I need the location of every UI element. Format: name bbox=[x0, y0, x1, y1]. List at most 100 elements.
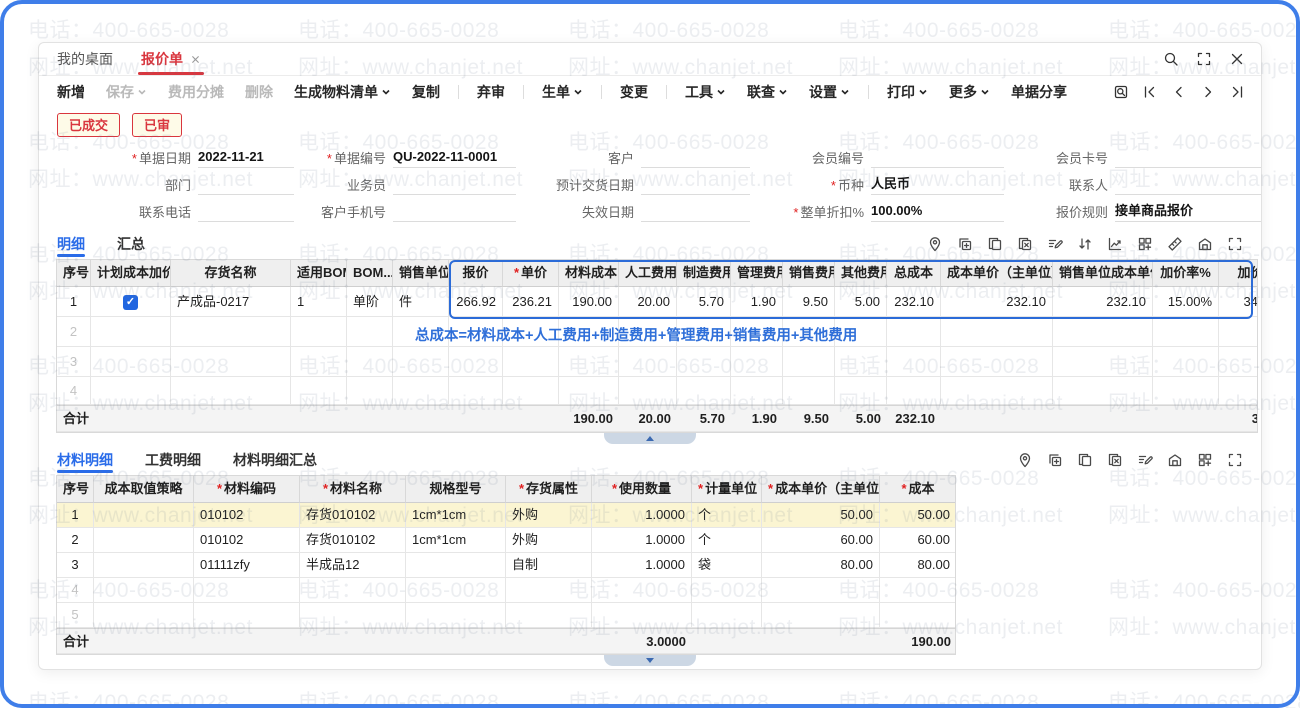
detail-tab-2[interactable]: 汇总 bbox=[117, 228, 145, 259]
material-cell[interactable] bbox=[94, 578, 194, 603]
detail-cell[interactable] bbox=[393, 377, 449, 405]
material-cell[interactable]: 存货010102 bbox=[300, 528, 406, 553]
material-cell[interactable]: 80.00 bbox=[762, 553, 880, 578]
swap-icon[interactable] bbox=[1077, 236, 1093, 252]
toolbar-item-4[interactable]: 删除 bbox=[245, 82, 273, 102]
detail-cell[interactable] bbox=[677, 377, 731, 405]
material-cell[interactable]: 1.0000 bbox=[592, 528, 692, 553]
material-cell[interactable] bbox=[592, 578, 692, 603]
batch-add-icon[interactable] bbox=[957, 236, 973, 252]
material-cell[interactable] bbox=[692, 603, 762, 628]
material-cell[interactable]: 50.00 bbox=[880, 503, 956, 528]
detail-cell[interactable]: 1 bbox=[57, 287, 91, 317]
detail-cell[interactable] bbox=[91, 347, 171, 377]
collapse-handle-up[interactable] bbox=[604, 433, 696, 444]
detail-cell[interactable] bbox=[941, 377, 1053, 405]
detail-cell[interactable] bbox=[559, 377, 619, 405]
toolbar-item-8[interactable]: 生单 bbox=[542, 82, 583, 102]
detail-cell[interactable] bbox=[347, 377, 393, 405]
material-cell[interactable] bbox=[194, 578, 300, 603]
material-cell[interactable] bbox=[94, 553, 194, 578]
collapse-handle-down[interactable] bbox=[604, 655, 696, 666]
detail-cell[interactable] bbox=[1153, 377, 1219, 405]
material-cell[interactable]: 010102 bbox=[194, 503, 300, 528]
search-icon[interactable] bbox=[1163, 51, 1179, 67]
detail-cell[interactable]: ✓ bbox=[91, 287, 171, 317]
material-cell[interactable]: 个 bbox=[692, 528, 762, 553]
material-cell[interactable]: 80.00 bbox=[880, 553, 956, 578]
warehouse-icon[interactable] bbox=[1167, 452, 1183, 468]
field-value-input[interactable]: 2022-11-21 bbox=[198, 147, 294, 168]
material-cell[interactable]: 半成品12 bbox=[300, 553, 406, 578]
detail-cell[interactable]: 266.92 bbox=[449, 287, 503, 317]
detail-cell[interactable]: 34.82 bbox=[1219, 287, 1258, 317]
fullscreen-icon[interactable] bbox=[1227, 236, 1243, 252]
detail-cell[interactable] bbox=[619, 347, 677, 377]
material-cell[interactable] bbox=[406, 603, 506, 628]
detail-cell[interactable]: 190.00 bbox=[559, 287, 619, 317]
detail-cell[interactable] bbox=[887, 317, 941, 347]
field-value-input[interactable] bbox=[198, 201, 294, 222]
window-tab-1[interactable]: 我的桌面 bbox=[57, 43, 113, 75]
toolbar-item-3[interactable]: 费用分摊 bbox=[168, 82, 224, 102]
toolbar-item-2[interactable]: 保存 bbox=[106, 82, 147, 102]
material-cell[interactable] bbox=[406, 578, 506, 603]
detail-tab-1[interactable]: 明细 bbox=[57, 228, 85, 259]
detail-cell[interactable] bbox=[677, 347, 731, 377]
detail-cell[interactable] bbox=[783, 347, 835, 377]
locate-icon[interactable] bbox=[927, 236, 943, 252]
material-cell[interactable]: 袋 bbox=[692, 553, 762, 578]
material-tab-2[interactable]: 工费明细 bbox=[145, 445, 201, 475]
material-cell[interactable] bbox=[94, 528, 194, 553]
material-tab-3[interactable]: 材料明细汇总 bbox=[233, 445, 317, 475]
material-cell[interactable]: 个 bbox=[692, 503, 762, 528]
material-cell[interactable]: 60.00 bbox=[880, 528, 956, 553]
tab-close-icon[interactable] bbox=[190, 54, 201, 65]
toolbar-item-5[interactable]: 生成物料清单 bbox=[294, 82, 391, 102]
material-cell[interactable]: 1.0000 bbox=[592, 503, 692, 528]
detail-cell[interactable] bbox=[503, 347, 559, 377]
nav-last-icon[interactable] bbox=[1229, 84, 1245, 100]
detail-cell[interactable] bbox=[783, 377, 835, 405]
field-value-input[interactable] bbox=[641, 201, 750, 222]
toolbar-item-7[interactable]: 弃审 bbox=[477, 82, 505, 102]
detail-cell[interactable] bbox=[835, 347, 887, 377]
fullscreen-icon[interactable] bbox=[1227, 452, 1243, 468]
detail-cell[interactable]: 236.21 bbox=[503, 287, 559, 317]
field-value-input[interactable] bbox=[198, 174, 294, 195]
locate-icon[interactable] bbox=[1017, 452, 1033, 468]
field-value-input[interactable] bbox=[641, 174, 750, 195]
toolbar-item-14[interactable]: 更多 bbox=[949, 82, 990, 102]
material-cell[interactable] bbox=[94, 603, 194, 628]
material-cell[interactable]: 1cm*1cm bbox=[406, 528, 506, 553]
chart-icon[interactable] bbox=[1107, 236, 1123, 252]
field-value-input[interactable] bbox=[393, 201, 516, 222]
copy-icon[interactable] bbox=[987, 236, 1003, 252]
material-cell[interactable] bbox=[506, 578, 592, 603]
field-value-input[interactable]: QU-2022-11-0001 bbox=[393, 147, 516, 168]
material-cell[interactable]: 1cm*1cm bbox=[406, 503, 506, 528]
material-cell[interactable]: 3 bbox=[57, 553, 94, 578]
material-cell[interactable]: 50.00 bbox=[762, 503, 880, 528]
copy-icon[interactable] bbox=[1077, 452, 1093, 468]
material-cell[interactable] bbox=[406, 553, 506, 578]
detail-cell[interactable] bbox=[1219, 317, 1258, 347]
material-cell[interactable]: 010102 bbox=[194, 528, 300, 553]
detail-cell[interactable]: 232.10 bbox=[1053, 287, 1153, 317]
field-value-input[interactable] bbox=[641, 147, 750, 168]
detail-cell[interactable] bbox=[1219, 377, 1258, 405]
field-value-input[interactable]: 人民币 bbox=[871, 174, 1004, 195]
layout-icon[interactable] bbox=[1137, 236, 1153, 252]
detail-cell[interactable] bbox=[887, 377, 941, 405]
detail-cell[interactable]: 2 bbox=[57, 317, 91, 347]
material-cell[interactable]: 自制 bbox=[506, 553, 592, 578]
material-cell[interactable] bbox=[762, 578, 880, 603]
detail-cell[interactable]: 15.00% bbox=[1153, 287, 1219, 317]
expand-icon[interactable] bbox=[1196, 51, 1212, 67]
material-cell[interactable]: 4 bbox=[57, 578, 94, 603]
view-find-icon[interactable] bbox=[1113, 84, 1129, 100]
detail-cell[interactable] bbox=[835, 377, 887, 405]
detail-cell[interactable] bbox=[1153, 317, 1219, 347]
material-cell[interactable]: 01111zfy bbox=[194, 553, 300, 578]
material-cell[interactable]: 外购 bbox=[506, 503, 592, 528]
